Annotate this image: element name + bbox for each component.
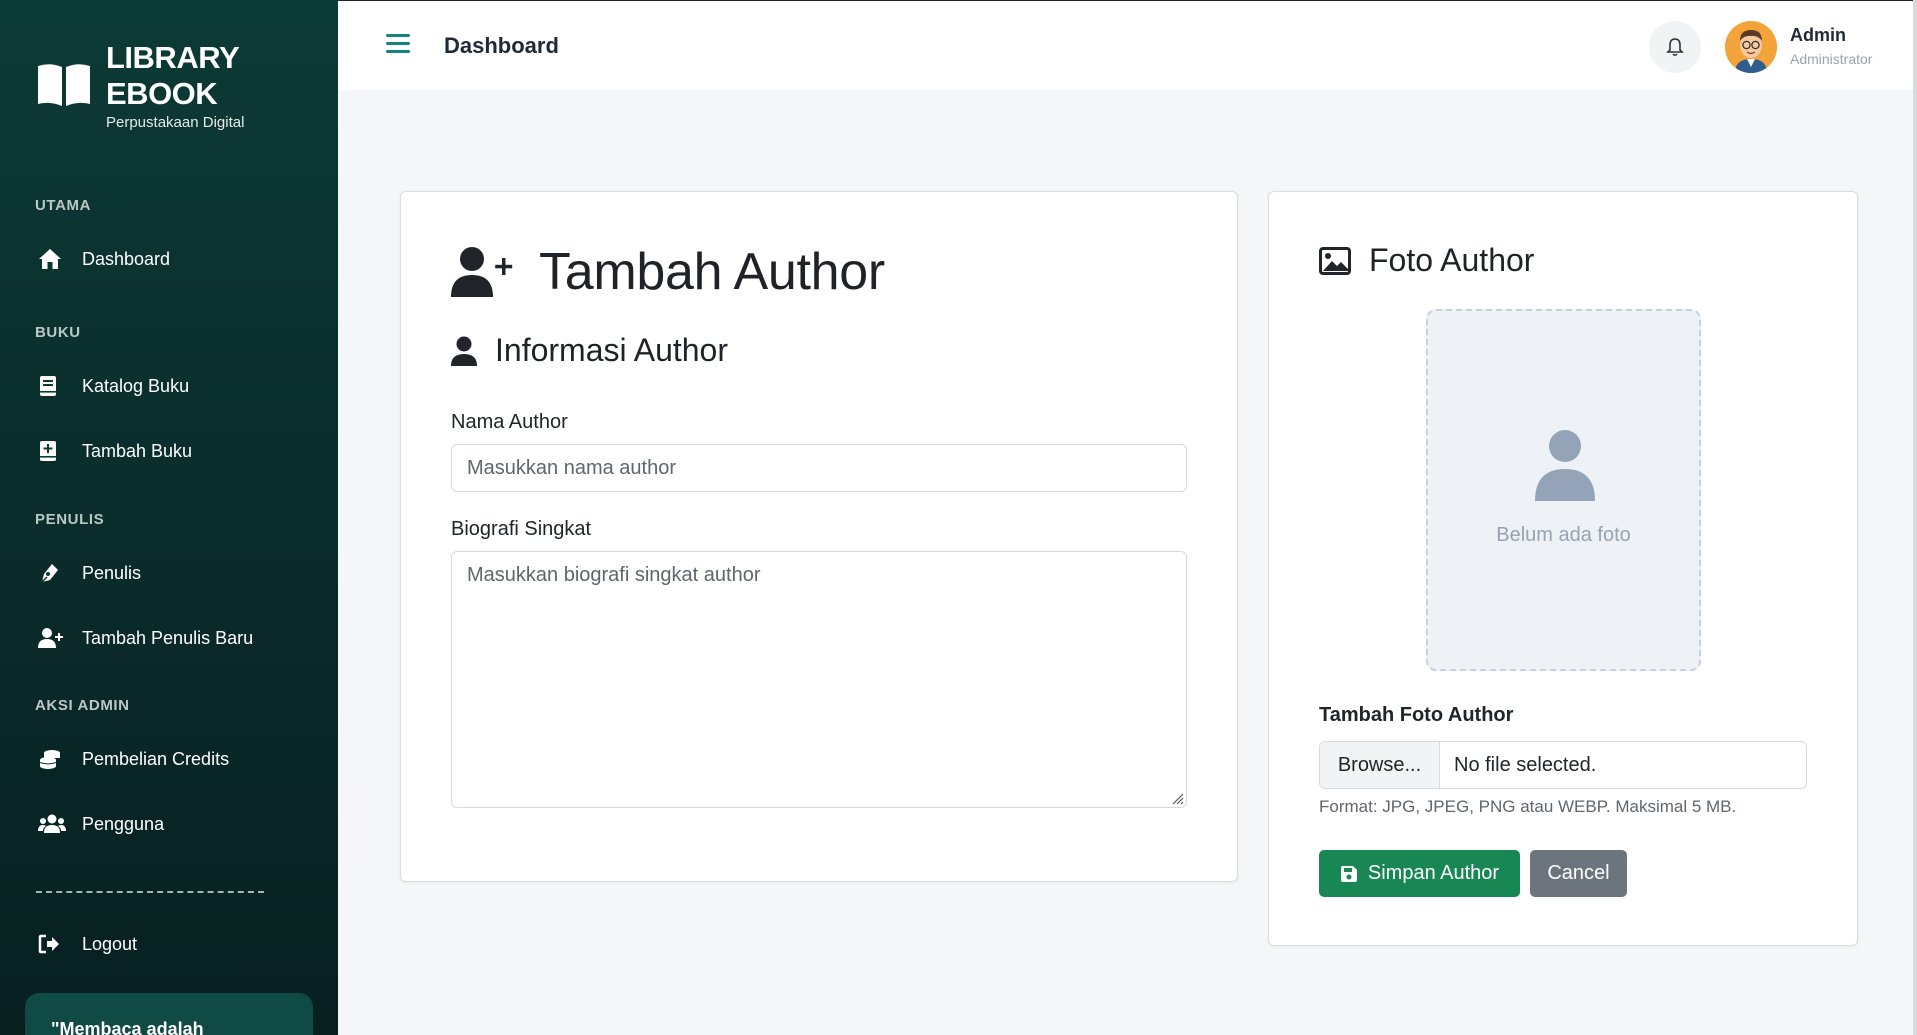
nav-item-tambah-penulis-baru[interactable]: Tambah Penulis Baru <box>34 615 314 661</box>
brand-title: LIBRARY EBOOK <box>106 40 240 111</box>
nav-item-penulis[interactable]: Penulis <box>34 550 314 596</box>
author-form-card: Tambah Author Informasi Author Nama Auth… <box>400 191 1238 882</box>
nav-item-dashboard[interactable]: Dashboard <box>34 236 314 282</box>
open-book-icon <box>38 64 90 106</box>
bell-icon <box>1666 38 1684 57</box>
author-bio-textarea[interactable]: Masukkan biografi singkat author <box>451 551 1187 808</box>
section-label-aksi-admin: AKSI ADMIN <box>35 697 130 714</box>
nav-label-tambah-buku: Tambah Buku <box>82 440 193 461</box>
nav-item-logout[interactable]: Logout <box>34 921 314 967</box>
nav-label-pengguna: Pengguna <box>82 813 165 834</box>
nav-item-katalog-buku[interactable]: Katalog Buku <box>34 363 314 409</box>
section-label-buku: BUKU <box>35 324 81 341</box>
sidebar-divider <box>36 891 264 893</box>
topbar: Dashboard Admin Administrator <box>338 0 1917 90</box>
home-icon <box>38 246 72 272</box>
form-heading: Tambah Author <box>451 242 885 302</box>
author-bio-placeholder: Masukkan biografi singkat author <box>467 564 761 586</box>
section-label-penulis: PENULIS <box>35 511 105 528</box>
photo-empty-text: Belum ada foto <box>1496 524 1631 546</box>
user-plus-icon <box>451 247 513 297</box>
user-name: Admin <box>1790 25 1846 45</box>
cancel-button[interactable]: Cancel <box>1530 850 1627 897</box>
floppy-disk-icon <box>1340 865 1358 883</box>
save-author-label: Simpan Author <box>1367 862 1500 884</box>
section-label-utama: UTAMA <box>35 197 92 214</box>
book-icon <box>38 373 72 399</box>
nav-item-pengguna[interactable]: Pengguna <box>34 801 314 847</box>
users-icon <box>38 811 72 837</box>
quote-text: "Membaca adalah <box>51 1019 204 1035</box>
form-section-title: Informasi Author <box>495 332 728 368</box>
menu-toggle-icon[interactable] <box>386 34 410 56</box>
notification-button[interactable] <box>1649 21 1701 73</box>
photo-heading: Foto Author <box>1319 242 1534 279</box>
nav-item-pembelian-credits[interactable]: Pembelian Credits <box>34 736 314 782</box>
file-status: No file selected. <box>1454 753 1597 776</box>
photo-title: Foto Author <box>1369 242 1535 278</box>
author-name-placeholder: Masukkan nama author <box>467 456 677 479</box>
avatar[interactable] <box>1725 21 1777 73</box>
user-role: Administrator <box>1790 51 1873 67</box>
sidebar: LIBRARY EBOOK Perpustakaan Digital UTAMA… <box>0 0 338 1035</box>
brand-subtitle: Perpustakaan Digital <box>106 114 245 131</box>
user-icon <box>451 336 477 366</box>
quote-card: "Membaca adalah <box>25 993 313 1035</box>
nav-label-logout: Logout <box>82 933 138 954</box>
logout-icon <box>38 931 72 957</box>
user-plus-icon <box>38 625 72 651</box>
scrollbar[interactable] <box>1913 0 1917 1035</box>
author-name-input[interactable]: Masukkan nama author <box>451 444 1187 492</box>
save-author-button[interactable]: Simpan Author <box>1319 850 1520 897</box>
nav-label-penulis: Penulis <box>82 562 142 583</box>
bio-label: Biografi Singkat <box>451 518 592 540</box>
name-label: Nama Author <box>451 411 568 433</box>
author-photo-card: Foto Author Belum ada foto Tambah Foto A… <box>1268 191 1858 946</box>
brand[interactable]: LIBRARY EBOOK Perpustakaan Digital <box>36 40 326 140</box>
form-section-heading: Informasi Author <box>451 332 728 369</box>
nav-label-pembelian-credits: Pembelian Credits <box>82 748 230 769</box>
form-title: Tambah Author <box>539 243 885 301</box>
photo-file-input[interactable]: Browse... No file selected. <box>1319 741 1807 789</box>
photo-upload-label: Tambah Foto Author <box>1319 704 1514 726</box>
nav-label-katalog-buku: Katalog Buku <box>82 375 190 396</box>
nav-label-tambah-penulis-baru: Tambah Penulis Baru <box>82 627 254 648</box>
photo-preview: Belum ada foto <box>1426 309 1701 671</box>
user-placeholder-icon <box>1535 430 1595 501</box>
nav-item-tambah-buku[interactable]: Tambah Buku <box>34 428 314 474</box>
coins-icon <box>38 746 72 772</box>
pen-nib-icon <box>38 560 72 586</box>
page-title: Dashboard <box>444 33 559 58</box>
browse-button[interactable]: Browse... <box>1320 742 1440 788</box>
book-add-icon <box>38 438 72 464</box>
resize-grip-icon[interactable] <box>1168 789 1184 805</box>
photo-format-hint: Format: JPG, JPEG, PNG atau WEBP. Maksim… <box>1319 797 1737 816</box>
nav-label-dashboard: Dashboard <box>82 248 171 269</box>
image-icon <box>1319 246 1351 275</box>
